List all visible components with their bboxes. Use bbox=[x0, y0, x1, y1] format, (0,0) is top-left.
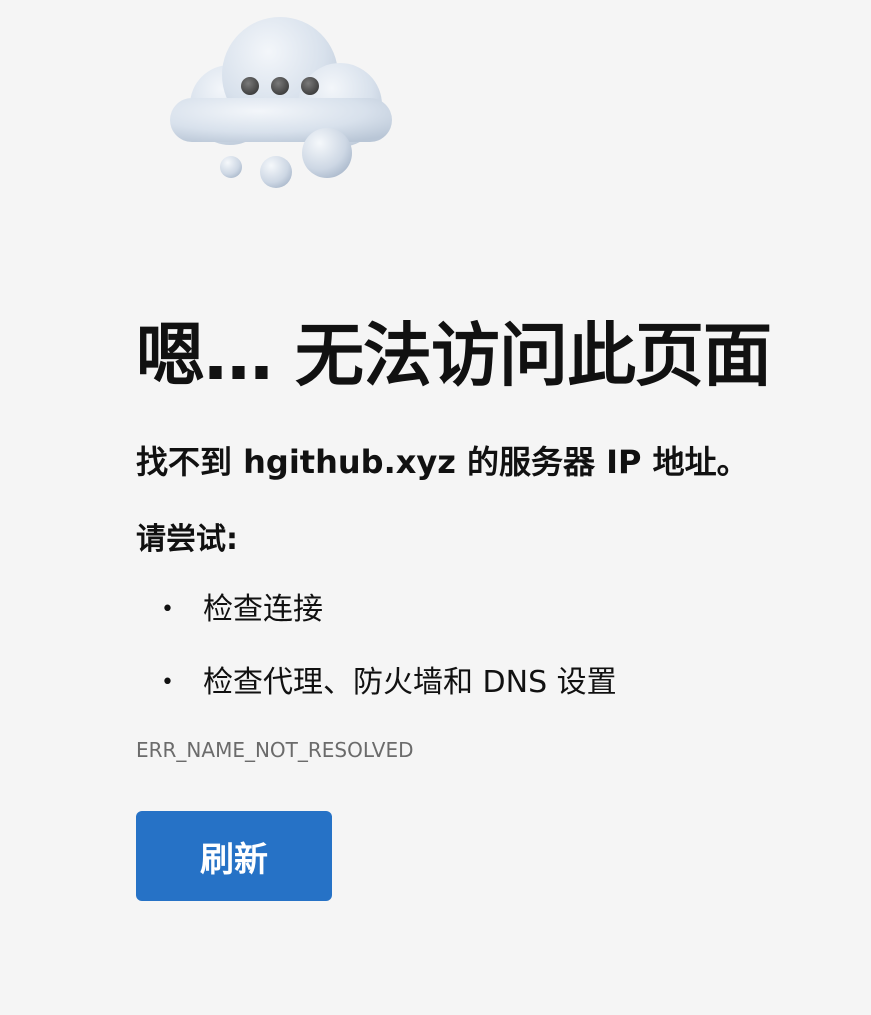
error-code: ERR_NAME_NOT_RESOLVED bbox=[136, 738, 414, 762]
refresh-button[interactable]: 刷新 bbox=[136, 811, 332, 901]
suggestion-list: • 检查连接 • 检查代理、防火墙和 DNS 设置 bbox=[136, 590, 856, 703]
bullet-icon: • bbox=[161, 597, 174, 622]
thinking-cloud-icon bbox=[170, 17, 392, 188]
error-content: 嗯… 无法访问此页面 找不到 hgithub.xyz 的服务器 IP 地址。 请… bbox=[136, 314, 856, 901]
error-summary: 找不到 hgithub.xyz 的服务器 IP 地址。 bbox=[136, 443, 749, 481]
suggestion-text: 检查连接 bbox=[203, 592, 323, 627]
list-item: • 检查连接 bbox=[136, 590, 856, 630]
suggestion-text: 检查代理、防火墙和 DNS 设置 bbox=[203, 665, 617, 700]
bullet-icon: • bbox=[161, 670, 174, 695]
error-page: 嗯… 无法访问此页面 找不到 hgithub.xyz 的服务器 IP 地址。 请… bbox=[0, 0, 871, 1015]
try-heading: 请尝试: bbox=[136, 522, 238, 557]
list-item: • 检查代理、防火墙和 DNS 设置 bbox=[136, 663, 856, 703]
page-title: 嗯… 无法访问此页面 bbox=[136, 316, 772, 396]
typing-dots bbox=[241, 77, 319, 95]
